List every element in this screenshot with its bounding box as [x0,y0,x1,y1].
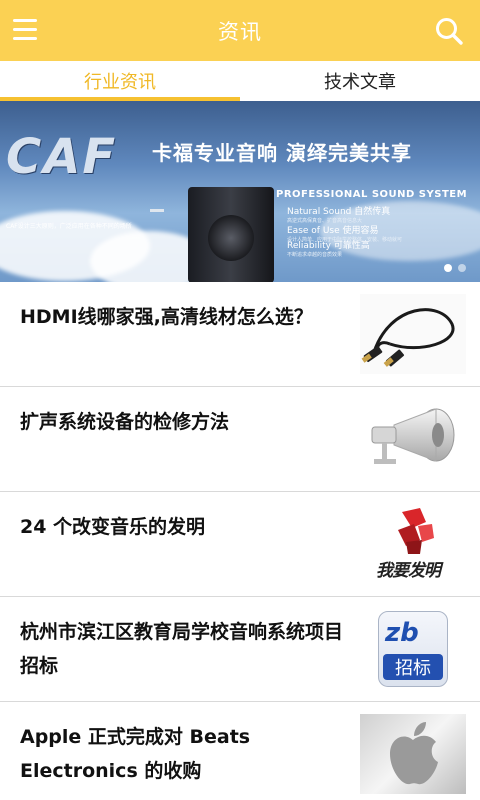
news-title: 扩声系统设备的检修方法 [20,411,230,433]
bidding-badge-logo: zb [385,618,419,648]
news-list: HDMI线哪家强,高清线材怎么选？ 扩声系统设备的检修方法 24 个改变音乐的发… [0,282,480,800]
news-title: 杭州市滨江区教育局学校音响系统项目招标 [20,621,344,677]
news-item[interactable]: 24 个改变音乐的发明 我要发明 [0,492,480,597]
news-item[interactable]: 杭州市滨江区教育局学校音响系统项目招标 zb 招标 [0,597,480,702]
invention-logo-thumbnail: 我要发明 [360,504,466,584]
horn-speaker-thumbnail [360,399,466,479]
airplane-decoration [150,209,164,212]
promo-banner[interactable]: CAF 卡福专业音响 演绎完美共享 CAF设计三大原则，广泛应用在各种不同的场所… [0,101,480,282]
app-header: 资讯 [0,0,480,61]
banner-tagline: CAF设计三大原则，广泛应用在各种不同的场所 [6,223,132,230]
bidding-badge-label: 招标 [383,654,443,680]
news-item[interactable]: Apple 正式完成对 Beats Electronics 的收购 [0,702,480,800]
caf-logo: CAF [6,129,118,185]
banner-feature: Natural Sound 自然传真 [287,207,391,217]
page-title: 资讯 [218,19,262,44]
news-title: HDMI线哪家强,高清线材怎么选？ [20,306,313,328]
news-item[interactable]: HDMI线哪家强,高清线材怎么选？ [0,282,480,387]
tab-tech-articles[interactable]: 技术文章 [240,61,480,101]
search-icon[interactable] [434,16,464,46]
apple-logo-thumbnail [360,714,466,794]
speaker-image [188,187,274,282]
hamburger-menu-icon[interactable] [13,19,39,41]
bidding-badge: zb 招标 [378,611,448,687]
hdmi-cable-thumbnail [360,294,466,374]
tab-industry-news[interactable]: 行业资讯 [0,61,240,101]
carousel-dot[interactable] [444,264,452,272]
banner-feature: Reliability 可靠性高 [287,241,370,251]
news-title: 24 个改变音乐的发明 [20,516,206,538]
bidding-logo-thumbnail: zb 招标 [360,609,466,689]
banner-heading: PROFESSIONAL SOUND SYSTEM [276,189,468,200]
carousel-dot[interactable] [458,264,466,272]
news-title: Apple 正式完成对 Beats Electronics 的收购 [20,726,251,782]
banner-feature-note: 不断追求卓越的音质效果 [287,252,343,258]
banner-slogan: 卡福专业音响 演绎完美共享 [152,141,412,165]
carousel-indicator [444,264,466,272]
banner-feature: Ease of Use 使用容易 [287,226,379,236]
tab-bar: 行业资讯 技术文章 [0,61,480,101]
invention-logo-text: 我要发明 [376,561,441,581]
news-item[interactable]: 扩声系统设备的检修方法 [0,387,480,492]
